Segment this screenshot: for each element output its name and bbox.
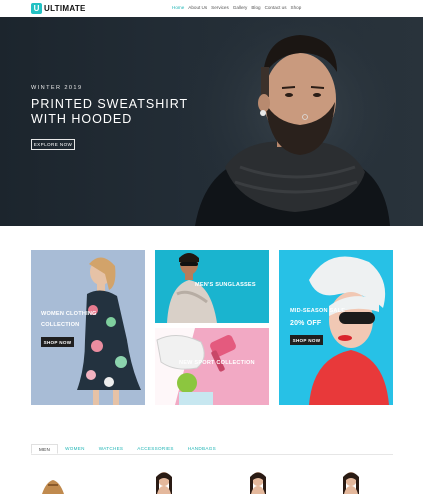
tab-men[interactable]: MEN [31,444,59,454]
women-clothing-label-line2: COLLECTION [41,322,80,328]
hero-title: PRINTED SWEATSHIRT WITH HOODED [31,97,188,126]
women-clothing-label-line1: WOMEN CLOTHING [41,311,97,317]
product-image-hat[interactable] [40,470,66,494]
nav-gallery[interactable]: Gallery [233,5,248,10]
hero-banner: WINTER 2019 PRINTED SWEATSHIRT WITH HOOD… [0,17,423,226]
explore-now-button[interactable]: EXPLORE NOW [31,139,75,150]
site-header: U ULTIMATE Home About Us Services Galler… [0,0,423,17]
nav-about-us[interactable]: About Us [188,5,207,10]
sale-shop-now-button[interactable]: SHOP NOW [290,335,323,345]
sale-discount-label: 20% OFF [290,320,322,327]
product-image-model-2[interactable] [245,470,271,494]
tab-watches[interactable]: WATCHES [92,444,131,454]
product-image-model-3[interactable] [338,470,364,494]
logo[interactable]: U ULTIMATE [31,3,86,14]
logo-text: ULTIMATE [44,4,86,13]
hero-model-photo [185,17,395,226]
product-image-model-1[interactable] [151,470,177,494]
nav-shop[interactable]: Shop [291,5,302,10]
women-shop-now-button[interactable]: SHOP NOW [41,337,74,347]
mens-sunglasses-label: MEN'S SUNGLASSES [195,282,256,288]
mens-sunglasses-card[interactable]: MEN'S SUNGLASSES [155,250,269,323]
main-nav: Home About Us Services Gallery Blog Cont… [172,5,301,10]
tab-handbags[interactable]: HANDBAGS [181,444,223,454]
logo-icon: U [31,3,42,14]
new-sport-collection-label: NEW SPORT COLLECTION [179,360,255,366]
nav-contact-us[interactable]: Contact us [265,5,287,10]
nav-home[interactable]: Home [172,5,184,10]
hero-subtitle: WINTER 2019 [31,85,83,91]
new-sport-collection-card[interactable]: NEW SPORT COLLECTION [155,328,269,405]
tab-accessories[interactable]: ACCESSORIES [130,444,181,454]
nav-blog[interactable]: Blog [251,5,260,10]
tab-women[interactable]: WOMEN [58,444,92,454]
women-clothing-card[interactable]: WOMEN CLOTHING COLLECTION SHOP NOW [31,250,145,405]
product-category-tabs: MEN WOMEN WATCHES ACCESSORIES HANDBAGS [31,444,393,455]
mid-season-sale-card[interactable]: MID-SEASON SALE 20% OFF SHOP NOW [279,250,393,405]
nav-services[interactable]: Services [211,5,229,10]
mid-season-sale-label: MID-SEASON SALE [290,308,346,314]
